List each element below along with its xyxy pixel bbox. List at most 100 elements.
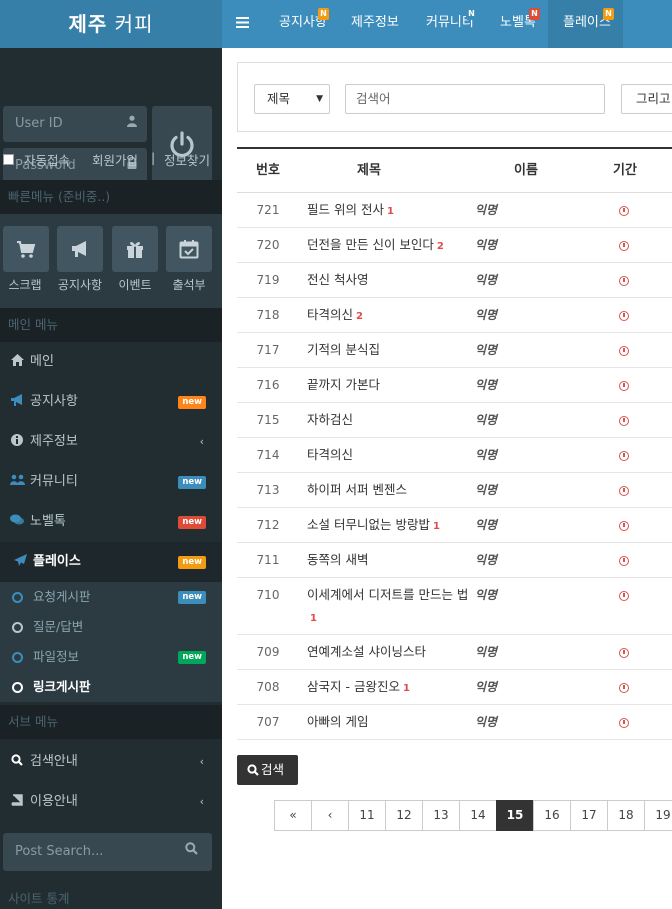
- table-row[interactable]: 716 끝까지 가본다 익명: [237, 368, 672, 403]
- scrap-label: 스크랩: [8, 278, 42, 292]
- sub-item-qna[interactable]: 질문/답변: [0, 612, 222, 642]
- page-button[interactable]: 12: [385, 800, 423, 831]
- table-row[interactable]: 708 삼국지 - 금왕진오 1 익명: [237, 670, 672, 705]
- find-info-link[interactable]: 정보찾기: [164, 150, 210, 169]
- first-page-button[interactable]: «: [274, 800, 312, 831]
- topnav-notice[interactable]: 공지사항 N: [279, 0, 339, 48]
- table-row[interactable]: 707 아빠의 게임 익명: [237, 705, 672, 740]
- chevron-left-icon: ‹: [199, 795, 204, 808]
- search-icon: [10, 742, 24, 782]
- search-button-label: 검색: [261, 762, 285, 777]
- site-logo[interactable]: 제주 커피: [0, 0, 222, 48]
- menu-item-jeju-info[interactable]: 제주정보 ‹: [0, 422, 222, 462]
- row-title-link[interactable]: 동쪽의 새벽: [307, 543, 472, 577]
- menu-item-place[interactable]: 플레이스 new: [0, 542, 222, 582]
- notice-button[interactable]: [57, 226, 103, 272]
- sub-item-file-info[interactable]: 파일정보 new: [0, 642, 222, 672]
- page-button[interactable]: 19: [644, 800, 672, 831]
- row-author: 익명: [475, 273, 498, 287]
- menu-item-novel-talk[interactable]: 노벨톡 new: [0, 502, 222, 542]
- search-operator-select[interactable]: 그리고: [621, 84, 672, 114]
- search-icon[interactable]: [185, 833, 198, 871]
- row-title-link[interactable]: 자하검신: [307, 403, 472, 437]
- table-row[interactable]: 718 타격의신 2 익명: [237, 298, 672, 333]
- row-title-link[interactable]: 연예계소설 샤이닝스타: [307, 635, 472, 669]
- table-row[interactable]: 713 하이퍼 서퍼 벤젠스 익명: [237, 473, 672, 508]
- table-body: 721 필드 위의 전사 1 익명 720 던전을 만든 신이 보인다 2 익명 719 전신 척…: [237, 193, 672, 740]
- table-row[interactable]: 714 타격의신 익명: [237, 438, 672, 473]
- hamburger-icon[interactable]: [236, 14, 249, 33]
- table-row[interactable]: 712 소설 터무니없는 방랑밥 1 익명: [237, 508, 672, 543]
- row-title-link[interactable]: 삼국지 - 금왕진오 1: [307, 670, 472, 706]
- topnav-place[interactable]: 플레이스 N: [548, 0, 623, 48]
- n-badge: N: [603, 8, 614, 20]
- row-title-link[interactable]: 이세계에서 디저트를 만드는 법 1: [307, 584, 472, 630]
- table-header: 번호 제목 이름 기간: [237, 149, 672, 193]
- table-row[interactable]: 715 자하검신 익명: [237, 403, 672, 438]
- comment-count: 1: [310, 613, 317, 624]
- table-row[interactable]: 719 전신 척사영 익명: [237, 263, 672, 298]
- prev-page-button[interactable]: ‹: [311, 800, 349, 831]
- menu-label: 공지사항: [30, 394, 78, 409]
- row-title-link[interactable]: 끝까지 가본다: [307, 368, 472, 402]
- row-title-link[interactable]: 타격의신: [307, 438, 472, 472]
- row-author: 익명: [475, 238, 498, 252]
- event-button[interactable]: [112, 226, 158, 272]
- row-title-link[interactable]: 소설 터무니없는 방랑밥 1: [307, 508, 472, 544]
- row-title-link[interactable]: 기적의 분식집: [307, 333, 472, 367]
- user-id-input[interactable]: User ID: [3, 106, 147, 142]
- header-title: 제목: [357, 163, 381, 178]
- new-badge: new: [178, 591, 206, 604]
- new-badge: new: [178, 556, 206, 569]
- table-row[interactable]: 721 필드 위의 전사 1 익명: [237, 193, 672, 228]
- circle-icon: [12, 682, 23, 693]
- row-title-link[interactable]: 필드 위의 전사 1: [307, 193, 472, 229]
- page-button[interactable]: 13: [422, 800, 460, 831]
- menu-item-usage-guide[interactable]: 이용안내 ‹: [0, 782, 222, 822]
- row-title-link[interactable]: 타격의신 2: [307, 298, 472, 334]
- row-author: 익명: [475, 343, 498, 357]
- row-author: 익명: [475, 413, 498, 427]
- row-number: 714: [256, 448, 280, 462]
- table-row[interactable]: 717 기적의 분식집 익명: [237, 333, 672, 368]
- clock-icon: [619, 590, 629, 601]
- sub-item-link-board[interactable]: 링크게시판: [0, 672, 222, 702]
- search-button[interactable]: 검색: [237, 755, 298, 785]
- auto-login-checkbox[interactable]: [3, 154, 14, 165]
- attendance-button[interactable]: [166, 226, 212, 272]
- table-row[interactable]: 710 이세계에서 디저트를 만드는 법 1 익명: [237, 578, 672, 635]
- row-title-text: 자하검신: [307, 412, 354, 427]
- page-button[interactable]: 15: [496, 800, 534, 831]
- search-keyword-input[interactable]: 검색어: [345, 84, 605, 114]
- row-number: 717: [256, 343, 280, 357]
- row-number: 708: [256, 680, 280, 694]
- table-row[interactable]: 709 연예계소설 샤이닝스타 익명: [237, 635, 672, 670]
- page-button[interactable]: 11: [348, 800, 386, 831]
- row-title-link[interactable]: 던전을 만든 신이 보인다 2: [307, 228, 472, 264]
- menu-item-community[interactable]: 커뮤니티 new: [0, 462, 222, 502]
- page-button[interactable]: 18: [607, 800, 645, 831]
- row-author: 익명: [475, 553, 498, 567]
- sub-item-request-board[interactable]: 요청게시판 new: [0, 582, 222, 612]
- row-number: 715: [256, 413, 280, 427]
- row-title-link[interactable]: 전신 척사영: [307, 263, 472, 297]
- menu-item-search-guide[interactable]: 검색안내 ‹: [0, 742, 222, 782]
- row-title-link[interactable]: 아빠의 게임: [307, 705, 472, 739]
- table-row[interactable]: 720 던전을 만든 신이 보인다 2 익명: [237, 228, 672, 263]
- row-author: 익명: [475, 715, 498, 729]
- page-button[interactable]: 14: [459, 800, 497, 831]
- comment-count: 1: [432, 521, 440, 532]
- join-link[interactable]: 회원가입: [92, 150, 138, 169]
- page-button[interactable]: 16: [533, 800, 571, 831]
- post-search-input[interactable]: Post Search...: [3, 833, 212, 871]
- search-field-select[interactable]: 제목 ▼: [254, 84, 330, 114]
- page-button[interactable]: 17: [570, 800, 608, 831]
- new-badge: new: [178, 651, 206, 664]
- menu-item-main[interactable]: 메인: [0, 342, 222, 382]
- row-title-link[interactable]: 하이퍼 서퍼 벤젠스: [307, 473, 472, 507]
- topnav-jeju-info[interactable]: 제주정보: [351, 0, 411, 48]
- menu-item-notice[interactable]: 공지사항 new: [0, 382, 222, 422]
- topnav-community[interactable]: 커뮤니티 N: [426, 0, 486, 48]
- table-row[interactable]: 711 동쪽의 새벽 익명: [237, 543, 672, 578]
- scrap-button[interactable]: [3, 226, 49, 272]
